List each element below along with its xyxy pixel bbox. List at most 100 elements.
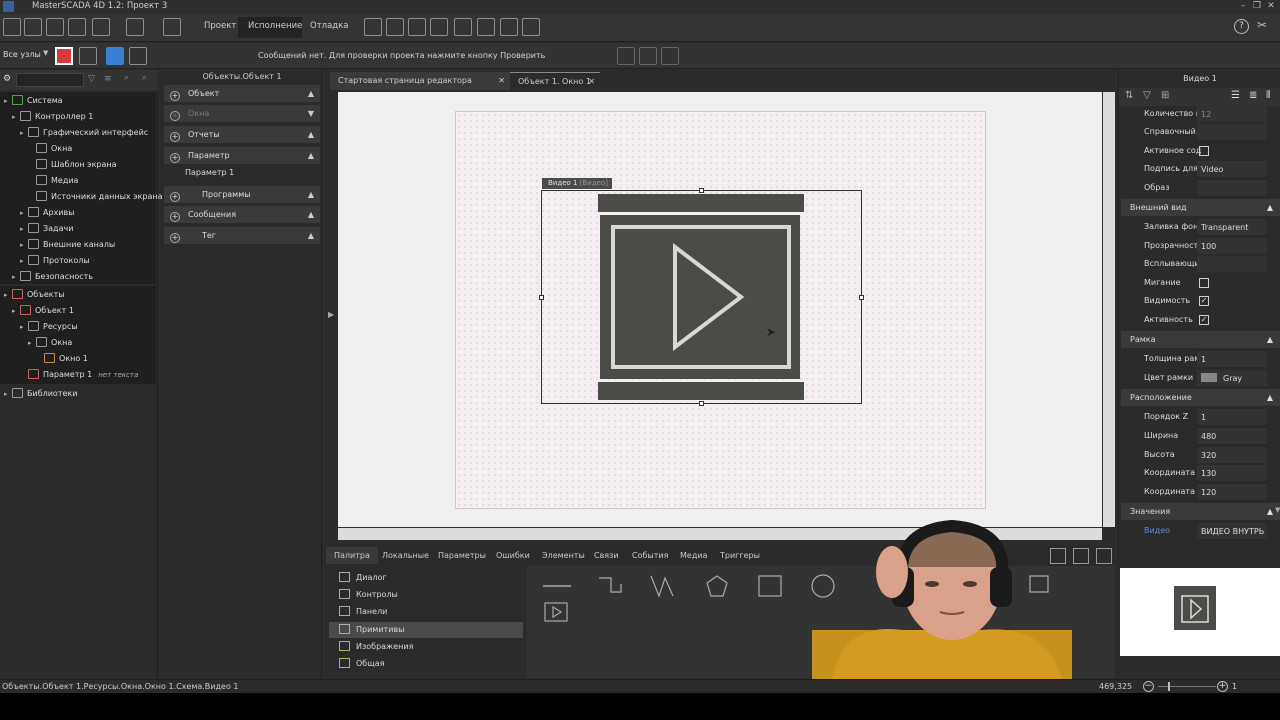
section-reports[interactable]: + Отчеты ▲: [164, 126, 320, 143]
close-tab-icon[interactable]: ✕: [498, 72, 505, 90]
section-parameter[interactable]: + Параметр ▲: [164, 147, 320, 164]
filter-icon[interactable]: ▽: [1143, 90, 1151, 101]
stop-icon[interactable]: [55, 47, 73, 65]
property-row[interactable]: Образ: [1119, 179, 1280, 197]
property-row[interactable]: Прозрачность 100: [1119, 237, 1280, 255]
tree-item[interactable]: ▸ Задачи: [20, 222, 73, 236]
expand-arrow-icon[interactable]: ▸: [20, 206, 28, 220]
project-icon[interactable]: [24, 18, 42, 36]
tab-elements[interactable]: Элементы: [534, 547, 593, 564]
property-group[interactable]: Расположение ▲: [1121, 389, 1280, 406]
expand-arrow-icon[interactable]: ▸: [4, 94, 12, 108]
minimize-icon[interactable]: –: [1236, 1, 1250, 13]
tools-icon[interactable]: ✂: [1257, 18, 1267, 32]
collapse-icon[interactable]: ▲: [1267, 389, 1273, 406]
collapse-icon[interactable]: ▲: [1267, 503, 1273, 520]
tree-item[interactable]: ▸ Система: [4, 94, 63, 108]
tree-item[interactable]: ▸ Ресурсы: [20, 320, 78, 334]
zoom-slider[interactable]: [1158, 686, 1216, 687]
tree-item[interactable]: ▸ Безопасность: [12, 270, 93, 284]
chevron-down-icon[interactable]: ▼: [43, 49, 48, 57]
section-tag[interactable]: + Тег ▲: [164, 227, 320, 244]
property-row[interactable]: Координата Y 120: [1119, 483, 1280, 501]
collapse-icon[interactable]: ▲: [1267, 199, 1273, 216]
property-value[interactable]: Video: [1197, 161, 1267, 177]
property-checkbox[interactable]: ✓: [1199, 315, 1209, 325]
plus-icon[interactable]: +: [170, 153, 180, 163]
align-top-icon[interactable]: [386, 18, 404, 36]
property-value[interactable]: 120: [1197, 484, 1267, 500]
align-right-icon[interactable]: [454, 18, 472, 36]
resize-handle[interactable]: [539, 295, 544, 300]
plus-icon[interactable]: +: [170, 192, 180, 202]
filter-icon[interactable]: ▽: [88, 74, 95, 84]
close-icon[interactable]: ✕: [1264, 1, 1278, 13]
vertical-scrollbar[interactable]: [1103, 92, 1115, 527]
plus-icon[interactable]: +: [170, 132, 180, 142]
plus-icon[interactable]: +: [170, 91, 180, 101]
property-value[interactable]: [1197, 180, 1267, 196]
tree-item[interactable]: ▸ Окна: [28, 336, 72, 350]
expand-arrow-icon[interactable]: ▸: [12, 270, 20, 284]
menu-tab-debug[interactable]: Отладка: [308, 21, 351, 31]
expand-arrow-icon[interactable]: ▸: [4, 288, 12, 302]
table-view-icon[interactable]: [1073, 548, 1089, 564]
expand-arrow-icon[interactable]: ▸: [20, 254, 28, 268]
expand-arrow-icon[interactable]: ▸: [4, 387, 12, 401]
expand-icon[interactable]: ▼: [308, 105, 314, 122]
sort-icon[interactable]: ⇅: [1125, 90, 1133, 101]
tree-item[interactable]: Окна: [28, 142, 72, 156]
msg-tool-icon-1[interactable]: [617, 47, 635, 65]
collapse-icon[interactable]: ▲: [308, 186, 314, 203]
property-group[interactable]: Значения ▲: [1121, 503, 1280, 520]
tree-item[interactable]: Окно 1: [36, 352, 88, 366]
property-checkbox[interactable]: [1199, 146, 1209, 156]
property-row[interactable]: Высота 320: [1119, 446, 1280, 464]
tree-item[interactable]: ▸ Библиотеки: [4, 387, 77, 401]
expand-arrow-icon[interactable]: ▸: [20, 238, 28, 252]
collapse-icon[interactable]: ▲: [308, 206, 314, 223]
property-row[interactable]: Активное сод: [1119, 142, 1280, 160]
msg-tool-icon-3[interactable]: [661, 47, 679, 65]
undo-icon[interactable]: [92, 18, 110, 36]
tree-item[interactable]: Параметр 1 нет текста: [20, 368, 138, 382]
panel-toggle-icon[interactable]: ▶: [328, 310, 334, 319]
menu-tab-run[interactable]: Исполнение: [246, 21, 304, 31]
zoom-in-icon[interactable]: +: [1217, 681, 1228, 692]
palette-item-selected[interactable]: Примитивы: [329, 622, 523, 638]
collapse-icon[interactable]: ▲: [1267, 331, 1273, 348]
tree-item[interactable]: ▸ Внешние каналы: [20, 238, 115, 252]
redo-icon[interactable]: [126, 18, 144, 36]
property-value[interactable]: 320: [1197, 447, 1267, 463]
property-row[interactable]: Порядок Z1: [1119, 408, 1280, 426]
property-value[interactable]: 1: [1197, 409, 1267, 425]
tab-palette[interactable]: Палитра: [326, 547, 378, 564]
property-row[interactable]: Количество п 12: [1119, 105, 1280, 123]
tab-window-1[interactable]: Объект 1. Окно 1 ✕: [510, 72, 600, 90]
tree-item[interactable]: ▸ Объект 1: [12, 304, 74, 318]
tab-params[interactable]: Параметры: [430, 547, 494, 564]
categories-icon[interactable]: ⊞: [1161, 90, 1169, 101]
property-checkbox[interactable]: ✓: [1199, 296, 1209, 306]
collapse-icon[interactable]: ▲: [308, 85, 314, 102]
tree-item[interactable]: ▸ Архивы: [20, 206, 75, 220]
build-icon[interactable]: [163, 18, 181, 36]
tab-local[interactable]: Локальные: [374, 547, 437, 564]
menu-tab-project[interactable]: Проект: [202, 21, 238, 31]
tab-links[interactable]: Связи: [586, 547, 627, 564]
property-value[interactable]: 1: [1197, 351, 1267, 367]
save-icon[interactable]: [68, 18, 86, 36]
resize-handle[interactable]: [699, 188, 704, 193]
tab-triggers[interactable]: Триггеры: [712, 547, 768, 564]
tree-item[interactable]: ▸ Протоколы: [20, 254, 90, 268]
property-row[interactable]: Подпись для т Video: [1119, 160, 1280, 178]
property-group[interactable]: Рамка ▲: [1121, 331, 1280, 348]
close-tab-icon[interactable]: ✕: [588, 73, 595, 91]
parameter-item[interactable]: Параметр 1: [185, 168, 234, 177]
expand-icon[interactable]: ▼: [1275, 506, 1280, 514]
section-programs[interactable]: + Программы ▲: [164, 186, 320, 203]
video-element[interactable]: [539, 188, 864, 406]
resize-handle[interactable]: [699, 401, 704, 406]
collapse-icon[interactable]: ▲: [308, 147, 314, 164]
section-messages[interactable]: + Сообщения ▲: [164, 206, 320, 223]
